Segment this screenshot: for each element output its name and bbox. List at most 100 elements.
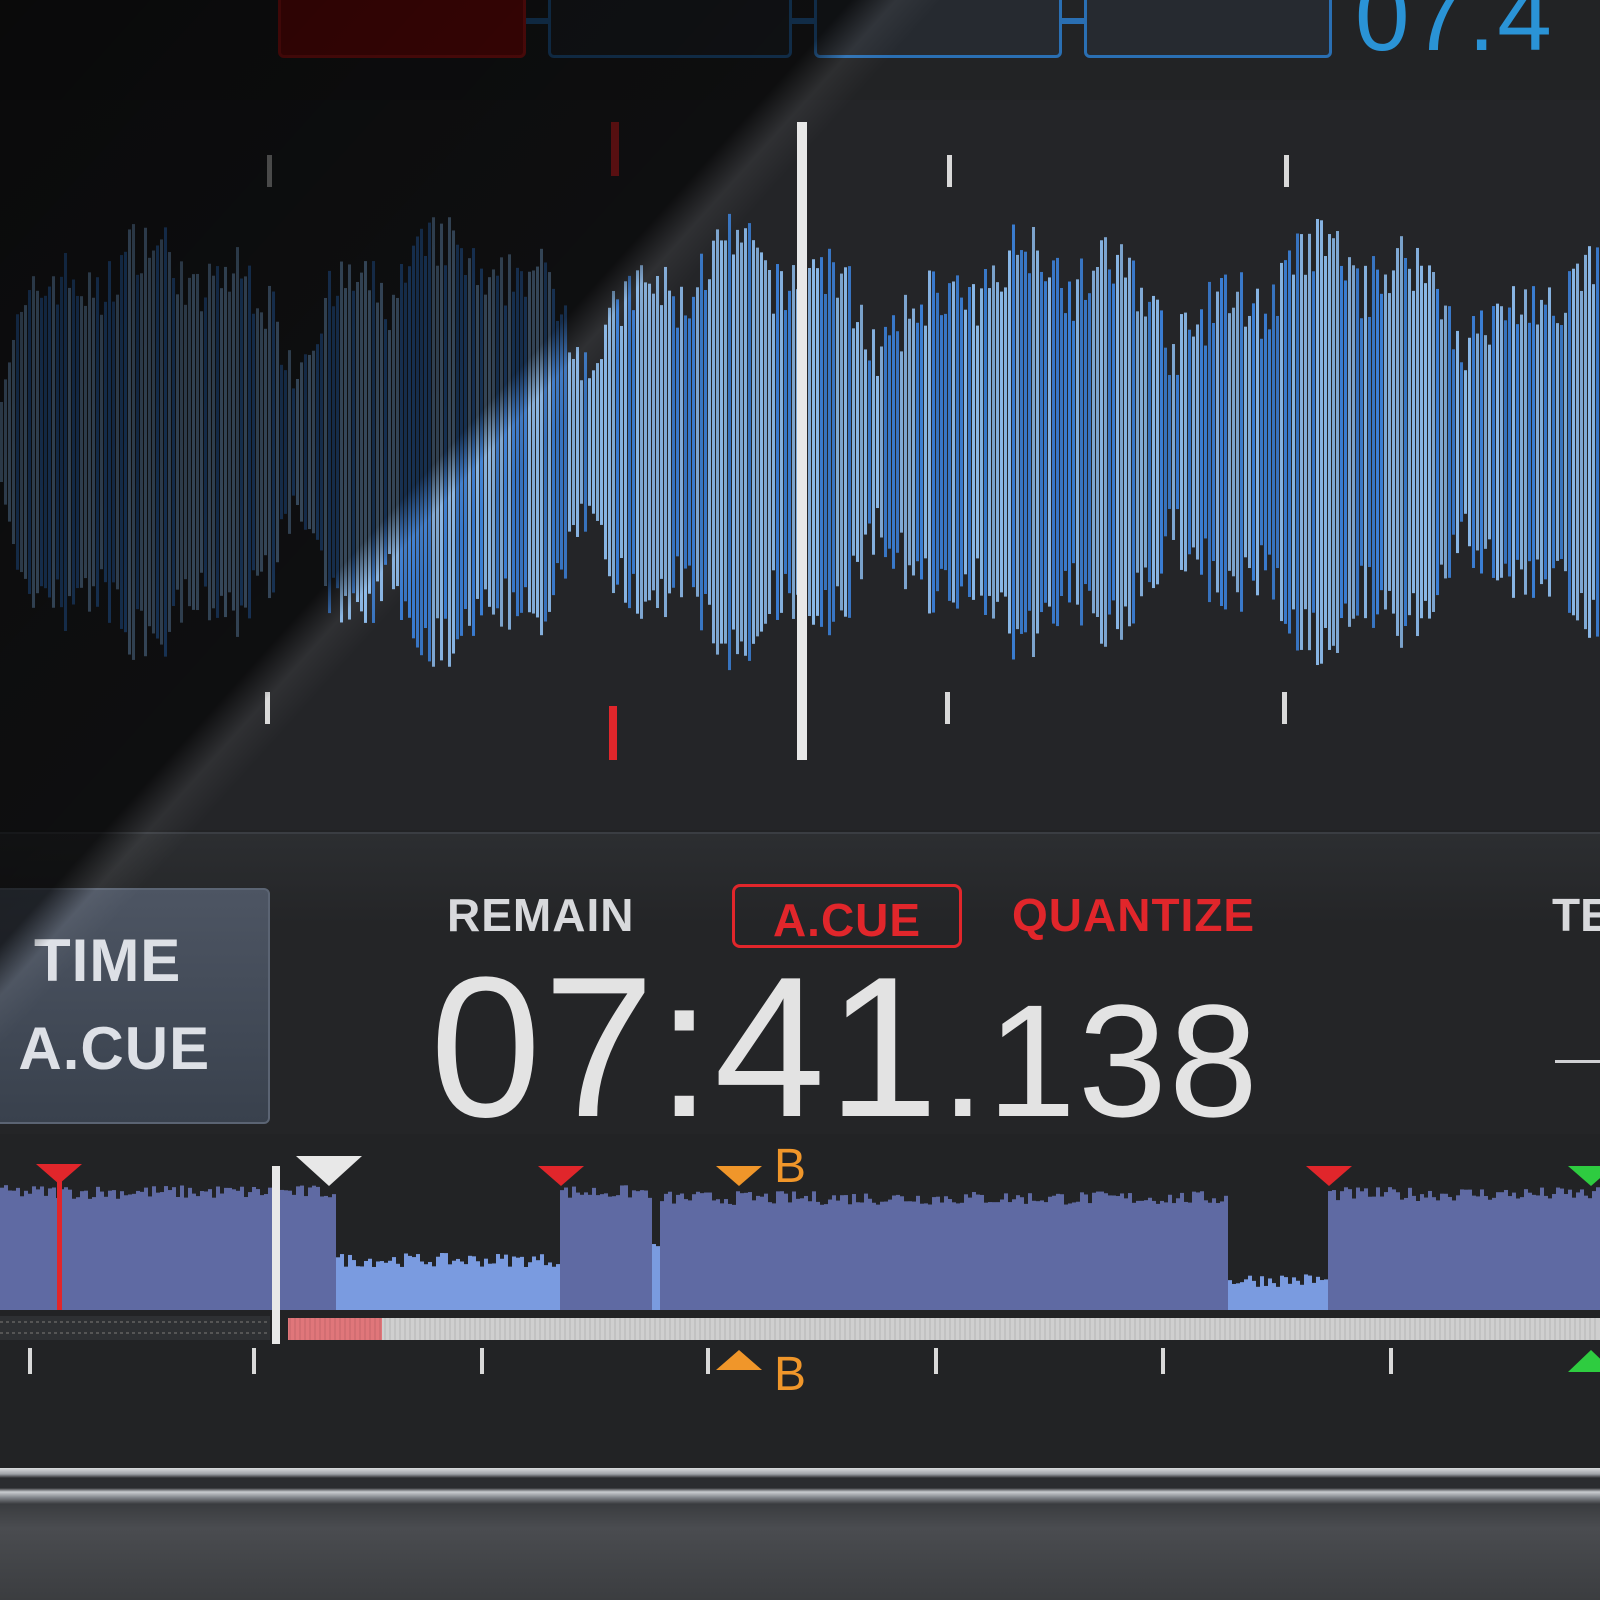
waveform-bar — [388, 330, 391, 554]
waveform-bar — [752, 240, 755, 644]
waveform-bar — [616, 299, 619, 585]
overview-bar — [1200, 1191, 1204, 1310]
waveform-bar — [1436, 288, 1439, 596]
waveform-bar — [244, 276, 247, 608]
overview-bar — [776, 1191, 780, 1310]
waveform-bar — [1336, 231, 1339, 653]
overview-bar — [1292, 1277, 1296, 1310]
waveform-bar — [660, 305, 663, 579]
overview-bar — [344, 1266, 348, 1310]
overview-bar — [1488, 1199, 1492, 1310]
waveform-bar — [1096, 267, 1099, 617]
overview-bar — [1168, 1194, 1172, 1310]
waveform-bar — [4, 379, 7, 505]
overview-bar — [724, 1199, 728, 1310]
waveform-bar — [376, 302, 379, 582]
waveform-bar — [588, 378, 591, 506]
waveform-bar — [220, 288, 223, 596]
waveform-bar — [1008, 250, 1011, 634]
waveform-bar — [1392, 270, 1395, 614]
overview-bar — [596, 1195, 600, 1310]
waveform-bar — [40, 297, 43, 587]
waveform-bar — [1320, 220, 1323, 664]
scrolling-waveform[interactable] — [0, 100, 1600, 830]
waveform-bar — [908, 318, 911, 566]
waveform-bar — [360, 272, 363, 612]
waveform-bar — [232, 273, 235, 611]
overview-bar — [1508, 1196, 1512, 1310]
waveform-bar — [1476, 333, 1479, 551]
overview-bar — [208, 1189, 212, 1310]
overview-bar — [1268, 1278, 1272, 1310]
overview-bar — [920, 1203, 924, 1310]
hot-cue-pad-c[interactable] — [814, 0, 1062, 58]
time-mode-button[interactable]: TIME - A.CUE — [0, 888, 270, 1124]
hot-cue-pad-a[interactable] — [278, 0, 526, 58]
overview-bar — [1588, 1198, 1592, 1310]
overview-bar — [816, 1201, 820, 1310]
waveform-bar — [1460, 362, 1463, 522]
overview-bar — [308, 1187, 312, 1310]
waveform-bar — [596, 363, 599, 521]
overview-bar — [940, 1202, 944, 1310]
waveform-bar — [1456, 330, 1459, 554]
waveform-bar — [364, 261, 367, 623]
waveform-bar — [300, 362, 303, 522]
time-mode-label-1: TIME — [34, 927, 182, 994]
waveform-bar — [628, 275, 631, 609]
overview-bar — [36, 1189, 40, 1310]
waveform-bar — [1112, 283, 1115, 601]
waveform-bar — [1172, 344, 1175, 540]
waveform-bar — [1408, 268, 1411, 616]
hot-cue-pad-b[interactable] — [548, 0, 792, 58]
overview-bar — [840, 1195, 844, 1310]
overview-bar — [232, 1189, 236, 1310]
overview-bar — [764, 1193, 768, 1310]
overview-bar — [72, 1198, 76, 1310]
overview-bar — [564, 1187, 568, 1310]
overview-bar — [612, 1196, 616, 1310]
waveform-bar — [16, 314, 19, 570]
waveform-bar — [668, 290, 671, 594]
waveform-bar — [1076, 279, 1079, 605]
waveform-bar — [1224, 274, 1227, 610]
overview-bar — [728, 1203, 732, 1310]
waveform-bar — [204, 297, 207, 587]
overview-bar — [0, 1187, 4, 1310]
overview-waveform[interactable]: B B — [0, 1140, 1600, 1420]
overview-bar — [1280, 1275, 1284, 1310]
overview-bar — [1148, 1197, 1152, 1310]
waveform-bar — [1000, 291, 1003, 593]
waveform-bar — [172, 278, 175, 606]
waveform-bar — [988, 288, 991, 596]
waveform-bar — [432, 217, 435, 667]
overview-bar — [16, 1187, 20, 1310]
overview-bar — [760, 1196, 764, 1310]
overview-bar — [1096, 1191, 1100, 1310]
waveform-bar — [1328, 234, 1331, 650]
overview-bar — [700, 1193, 704, 1310]
overview-bar — [1532, 1194, 1536, 1310]
hot-cue-pad-d[interactable] — [1084, 0, 1332, 58]
waveform-bar — [1160, 310, 1163, 574]
top-time-readout: 07.4 — [1355, 0, 1554, 71]
waveform-bar — [1024, 251, 1027, 633]
overview-bar — [164, 1186, 168, 1310]
overview-bar — [688, 1200, 692, 1310]
overview-bar — [224, 1187, 228, 1310]
overview-bar — [1212, 1198, 1216, 1310]
waveform-bar — [1516, 324, 1519, 560]
overview-bar — [300, 1185, 304, 1310]
waveform-bar — [1344, 280, 1347, 604]
overview-bar — [736, 1191, 740, 1310]
overview-bar — [1552, 1193, 1556, 1310]
overview-bar — [148, 1196, 152, 1310]
overview-bar — [172, 1187, 176, 1310]
waveform-bar — [1400, 236, 1403, 648]
overview-bar — [928, 1204, 932, 1310]
waveform-bar — [1128, 257, 1131, 627]
overview-bar — [532, 1256, 536, 1310]
overview-bar — [348, 1254, 352, 1310]
waveform-bar — [1020, 250, 1023, 634]
waveform-bar — [1308, 233, 1311, 651]
